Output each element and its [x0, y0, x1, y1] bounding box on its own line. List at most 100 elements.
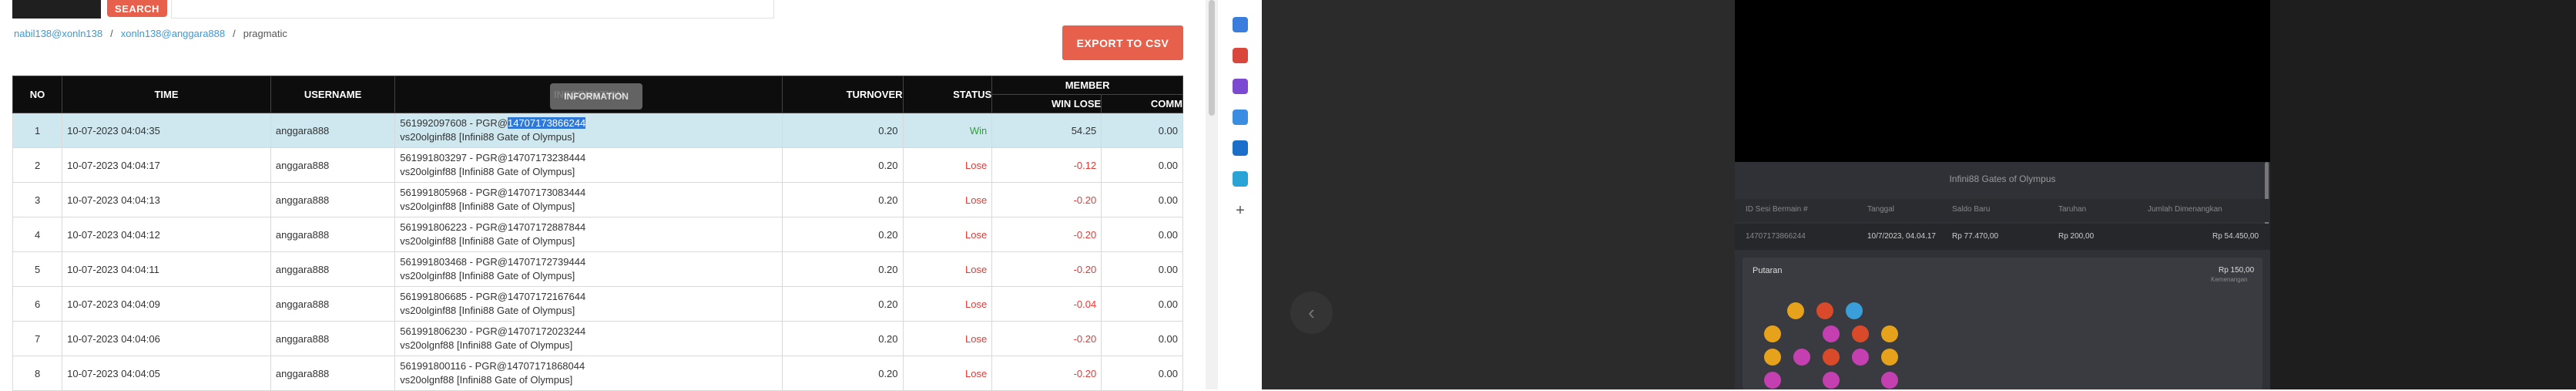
breadcrumb: nabil138@xonln138 / xonln138@anggara888 … [14, 28, 287, 39]
outlook-icon[interactable] [1233, 140, 1248, 156]
table-row[interactable]: 2 10-07-2023 04:04:17 anggara888 5619918032… [12, 147, 1183, 183]
game-symbol [1787, 302, 1804, 319]
game-history-header: ID Sesi Bermain # Tanggal Saldo Baru Tar… [1735, 199, 2270, 222]
spin-sub-label: Kemenangan [2211, 276, 2248, 283]
info-line-1: 561991803297 - PGR@14707173238444 [400, 151, 777, 165]
table-row[interactable]: 5 10-07-2023 04:04:11 anggara888 5619918034… [12, 251, 1183, 287]
cell-status: Lose [902, 147, 993, 183]
cell-turnover: 0.20 [782, 321, 904, 356]
game-header-date: Tanggal [1867, 205, 1895, 214]
breadcrumb-link-2[interactable]: xonln138@anggara888 [121, 28, 225, 39]
breadcrumb-separator: / [233, 28, 236, 39]
chevron-left-icon[interactable]: ‹ [1290, 292, 1333, 334]
cell-comm: 0.00 [1101, 182, 1183, 217]
chrome-icon[interactable] [1233, 110, 1248, 125]
cell-time: 10-07-2023 04:04:17 [62, 147, 271, 183]
game-row-total: Rp 54.450,00 [2212, 232, 2259, 241]
cell-comm: 0.00 [1101, 321, 1183, 356]
cell-information: 561991806223 - PGR@14707172887844 vs20olg… [394, 217, 783, 252]
cell-status: Lose [902, 217, 993, 252]
cell-status: Lose [902, 286, 993, 322]
table-row[interactable]: 7 10-07-2023 04:04:06 anggara888 5619918062… [12, 321, 1183, 356]
spin-label: Putaran [1753, 266, 1783, 275]
info-id: 561991805968 - PGR@14707173083444 [400, 187, 586, 198]
game-symbol [1764, 349, 1781, 366]
game-symbol [1816, 302, 1833, 319]
cell-username: anggara888 [270, 182, 396, 217]
cell-time: 10-07-2023 04:04:13 [62, 182, 271, 217]
cell-turnover: 0.20 [782, 217, 904, 252]
tag-icon[interactable] [1233, 17, 1248, 32]
cell-time: 10-07-2023 04:04:11 [62, 251, 271, 287]
cell-information: 561991803297 - PGR@14707173238444 vs20olg… [394, 147, 783, 183]
info-line-2: vs20olginf88 [Infini88 Gate of Olympus] [400, 235, 575, 247]
cell-win-lose: -0.20 [991, 217, 1102, 252]
cell-win-lose: -0.04 [991, 286, 1102, 322]
game-canvas [1735, 0, 2270, 162]
breadcrumb-current: pragmatic [243, 28, 287, 39]
table-row[interactable]: 1 10-07-2023 04:04:35 anggara888 5619920976… [12, 113, 1183, 148]
cell-time: 10-07-2023 04:04:35 [62, 113, 271, 148]
table-row[interactable]: 8 10-07-2023 04:04:05 anggara888 5619918001… [12, 356, 1183, 391]
cell-comm: 0.00 [1101, 251, 1183, 287]
search-input[interactable] [171, 0, 774, 19]
cell-information: 561992097608 - PGR@14707173866244 vs20olg… [394, 113, 783, 148]
cell-status: Win [902, 113, 993, 148]
cell-win-lose: -0.20 [991, 321, 1102, 356]
add-extension-icon[interactable]: + [1233, 202, 1248, 220]
game-symbol [1846, 302, 1863, 319]
info-line-2: vs20olginf88 [Infini88 Gate of Olympus] [400, 166, 575, 177]
gift-icon[interactable] [1233, 48, 1248, 63]
cell-turnover: 0.20 [782, 113, 904, 148]
col-header-no[interactable]: NO [12, 76, 63, 113]
game-row-bet: Rp 200,00 [2058, 232, 2095, 241]
info-id: 561991806223 - PGR@14707172887844 [400, 221, 586, 233]
cell-information: 561991803468 - PGR@14707172739444 vs20olg… [394, 251, 783, 287]
scrollbar-thumb[interactable] [1209, 0, 1215, 116]
cell-no: 7 [12, 321, 63, 356]
table-row[interactable]: 6 10-07-2023 04:04:09 anggara888 5619918066… [12, 286, 1183, 322]
cell-comm: 0.00 [1101, 147, 1183, 183]
info-line-1: 561991806223 - PGR@14707172887844 [400, 221, 777, 234]
cell-no: 2 [12, 147, 63, 183]
cell-time: 10-07-2023 04:04:12 [62, 217, 271, 252]
game-row-id: 14707173866244 [1746, 232, 1806, 241]
game-symbol [1823, 349, 1840, 366]
info-id: 561991806685 - PGR@14707172167644 [400, 291, 586, 302]
search-button[interactable]: SEARCH [107, 0, 167, 17]
game-symbol [1881, 325, 1898, 342]
cell-comm: 0.00 [1101, 113, 1183, 148]
cell-time: 10-07-2023 04:04:06 [62, 321, 271, 356]
col-header-username[interactable]: USERNAME [270, 76, 396, 113]
table-row[interactable]: 3 10-07-2023 04:04:13 anggara888 5619918059… [12, 182, 1183, 217]
game-symbol [1881, 372, 1898, 389]
game-header-total: Jumlah Dimenangkan [2148, 205, 2222, 214]
cell-information: 561991800116 - PGR@14707171868044 vs20olg… [394, 356, 783, 391]
drag-tooltip: INFORMATION [550, 83, 642, 110]
user-group-icon[interactable] [1233, 79, 1248, 94]
table-row[interactable]: 4 10-07-2023 04:04:12 anggara888 5619918062… [12, 217, 1183, 252]
breadcrumb-separator: / [110, 28, 113, 39]
game-header-id: ID Sesi Bermain # [1746, 205, 1808, 214]
search-filter-box[interactable] [12, 0, 101, 19]
col-header-turnover[interactable]: TURNOVER [782, 76, 904, 113]
cell-no: 4 [12, 217, 63, 252]
col-header-status[interactable]: STATUS [902, 76, 993, 113]
game-history-row[interactable]: 14707173866244 10/7/2023, 04.04.17 Rp 77… [1735, 224, 2270, 250]
info-line-2: vs20olginf88 [Infini88 Gate of Olympus] [400, 201, 575, 212]
cell-username: anggara888 [270, 113, 396, 148]
cell-win-lose: -0.20 [991, 182, 1102, 217]
col-header-comm[interactable]: COMM [1101, 94, 1183, 113]
col-header-time[interactable]: TIME [62, 76, 271, 113]
breadcrumb-link-1[interactable]: nabil138@xonln138 [14, 28, 102, 39]
cell-username: anggara888 [270, 147, 396, 183]
spin-result-card [1742, 258, 2262, 389]
export-csv-button[interactable]: EXPORT TO CSV [1062, 25, 1183, 60]
cart-icon[interactable] [1233, 171, 1248, 187]
info-line-1: 561991806685 - PGR@14707172167644 [400, 290, 777, 304]
cell-win-lose: -0.12 [991, 147, 1102, 183]
cell-username: anggara888 [270, 356, 396, 391]
game-side-panel [2270, 0, 2576, 389]
cell-no: 5 [12, 251, 63, 287]
col-header-win-lose[interactable]: WIN LOSE [991, 94, 1102, 113]
